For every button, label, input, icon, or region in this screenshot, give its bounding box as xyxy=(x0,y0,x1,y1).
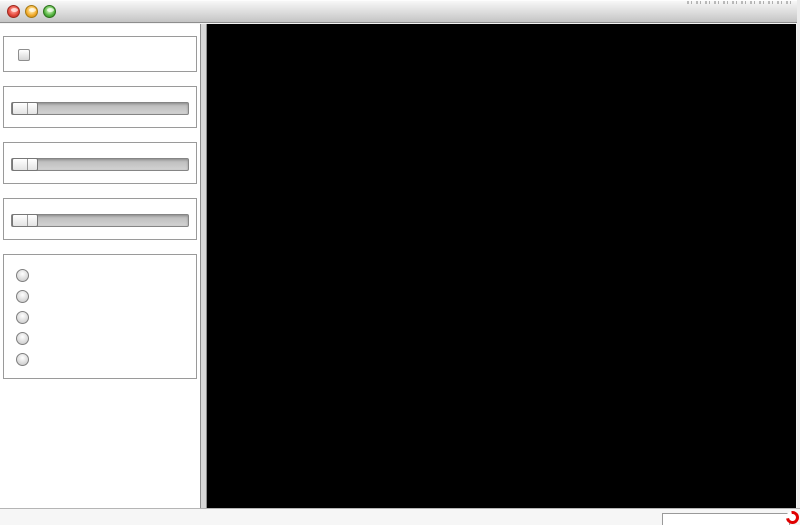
sidebar-splitter[interactable] xyxy=(200,24,207,508)
threshold-value xyxy=(9,98,191,101)
panel-quality-metric xyxy=(3,254,197,379)
radio-frobenius[interactable] xyxy=(9,328,191,349)
slider-thumb[interactable] xyxy=(12,158,38,171)
render-viewport[interactable] xyxy=(207,24,796,508)
screen xyxy=(0,0,800,525)
desktop-strip xyxy=(0,508,800,525)
element-size-slider[interactable] xyxy=(11,158,189,171)
close-button[interactable] xyxy=(7,5,20,18)
zoom-button[interactable] xyxy=(43,5,56,18)
radio-icon[interactable] xyxy=(16,311,29,324)
panel-element-properties xyxy=(3,142,197,184)
traffic-lights xyxy=(7,5,56,18)
panel-element-display-threshold xyxy=(3,86,197,128)
radio-icon[interactable] xyxy=(16,353,29,366)
radio-icon[interactable] xyxy=(16,332,29,345)
radio-jacobian[interactable] xyxy=(9,307,191,328)
minimize-button[interactable] xyxy=(25,5,38,18)
mesh-render[interactable] xyxy=(207,24,796,508)
panel-outline-display xyxy=(3,36,197,72)
panel-element-opacity xyxy=(3,198,197,240)
slider-thumb[interactable] xyxy=(12,214,38,227)
element-size-value xyxy=(9,154,191,157)
show-mesh-outline-checkbox[interactable] xyxy=(18,49,30,61)
window-titlebar[interactable] xyxy=(0,0,797,23)
radio-edge-ratio[interactable] xyxy=(9,265,191,286)
radio-volume[interactable] xyxy=(9,349,191,370)
percent-visible-value xyxy=(9,210,191,213)
percent-visible-slider[interactable] xyxy=(11,214,189,227)
slider-thumb[interactable] xyxy=(12,102,38,115)
threshold-slider[interactable] xyxy=(11,102,189,115)
sidebar xyxy=(0,24,200,508)
background-window-artifact xyxy=(687,1,795,4)
radio-icon[interactable] xyxy=(16,290,29,303)
radio-icon[interactable] xyxy=(16,269,29,282)
background-window-box xyxy=(662,513,790,525)
radio-shape[interactable] xyxy=(9,286,191,307)
